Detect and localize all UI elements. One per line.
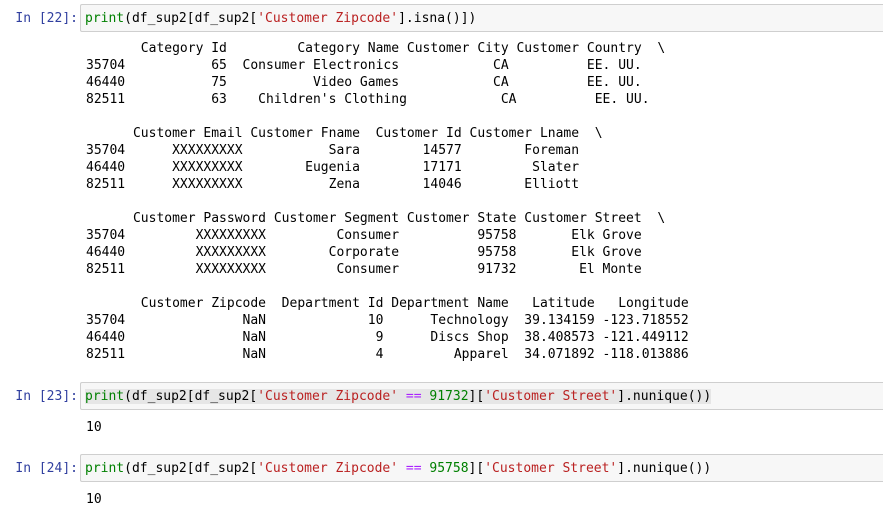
input-prompt: In [22]: — [15, 11, 78, 26]
code-input[interactable]: print(df_sup2[df_sup2['Customer Zipcode'… — [80, 382, 883, 410]
code-text[interactable]: print(df_sup2[df_sup2['Customer Zipcode'… — [85, 388, 712, 405]
code-text[interactable]: print(df_sup2[df_sup2['Customer Zipcode'… — [85, 460, 711, 477]
code-token: ][ — [468, 461, 485, 476]
input-prompt: In [23]: — [15, 389, 78, 404]
code-token: ].nunique()) — [617, 461, 712, 476]
cell-output: 10 — [86, 420, 102, 435]
input-prompt: In [24]: — [15, 461, 78, 476]
code-input[interactable]: print(df_sup2[df_sup2['Customer Zipcode'… — [80, 454, 883, 482]
code-token: (df_sup2[df_sup2[ — [124, 389, 258, 404]
code-token: == — [398, 461, 430, 476]
code-token: == — [398, 389, 430, 404]
code-token: ].nunique()) — [617, 389, 712, 404]
code-token: ].isna()]) — [398, 11, 477, 26]
code-input[interactable]: print(df_sup2[df_sup2['Customer Zipcode'… — [80, 4, 883, 32]
code-token: 'Customer Street' — [484, 461, 618, 476]
code-token: (df_sup2[df_sup2[ — [124, 461, 258, 476]
code-token: print — [85, 389, 125, 404]
code-token: 95758 — [429, 461, 469, 476]
code-token: ][ — [468, 389, 485, 404]
code-token: print — [85, 11, 125, 26]
cell-output: Category Id Category Name Customer City … — [86, 41, 689, 362]
code-token: 'Customer Zipcode' — [257, 11, 399, 26]
code-token: 'Customer Zipcode' — [257, 389, 399, 404]
code-text[interactable]: print(df_sup2[df_sup2['Customer Zipcode'… — [85, 10, 476, 27]
code-token: 'Customer Zipcode' — [257, 461, 399, 476]
code-token: print — [85, 461, 125, 476]
code-token: (df_sup2[df_sup2[ — [124, 11, 258, 26]
code-token: 91732 — [429, 389, 469, 404]
cell-output: 10 — [86, 492, 102, 507]
code-token: 'Customer Street' — [484, 389, 618, 404]
